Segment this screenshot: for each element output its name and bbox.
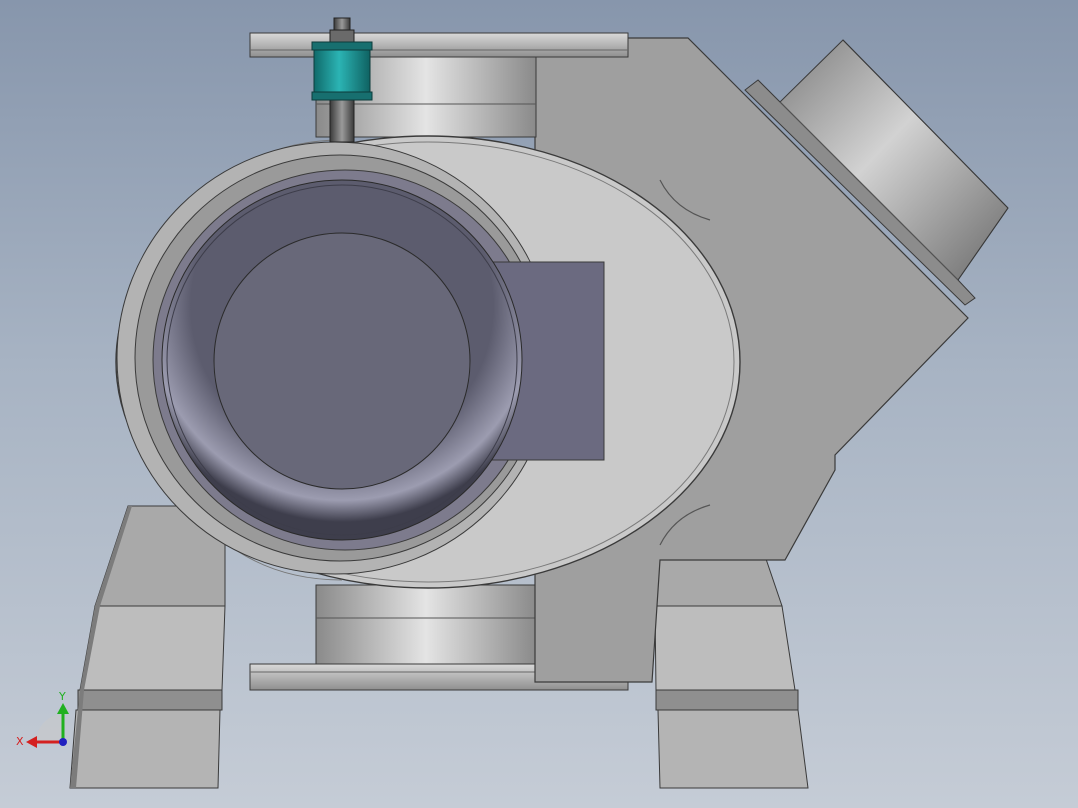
triad-y-label: Y [58,690,66,703]
cad-viewport[interactable]: Y X [0,0,1078,808]
left-support-leg[interactable] [69,505,226,789]
triad-x-label: X [16,735,24,748]
triad-quadrant [36,714,64,742]
triad-z-axis [59,738,67,746]
coordinate-triad: Y X [16,690,69,748]
valve-model-view[interactable]: Y X [0,0,1078,808]
ball-face[interactable] [213,232,471,490]
teal-collar[interactable] [313,49,371,93]
